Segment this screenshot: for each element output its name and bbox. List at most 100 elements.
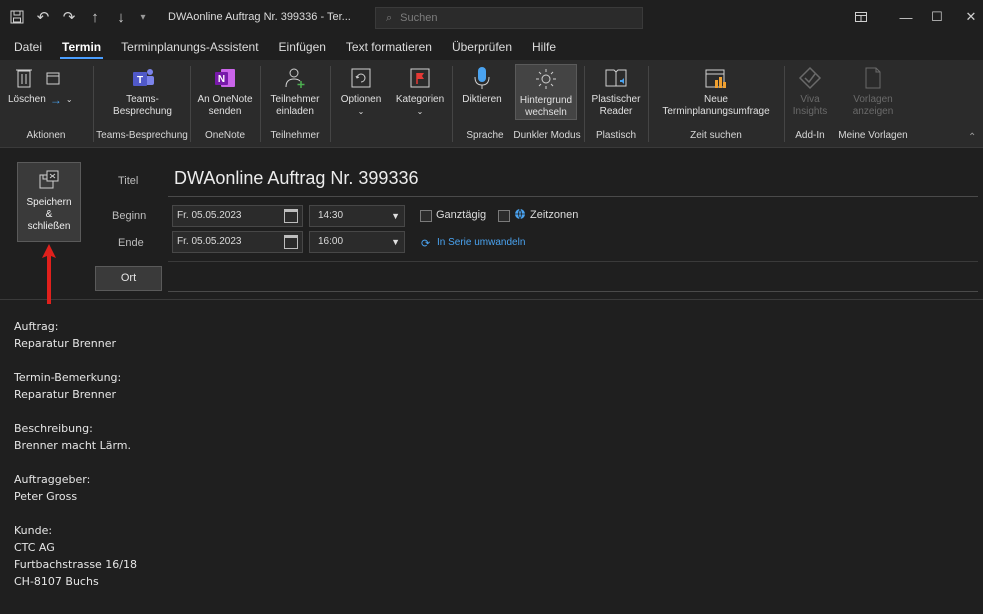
calendar-small-icon [46, 72, 60, 85]
reader-icon [604, 64, 628, 92]
templates-label-1: Vorlagen [853, 94, 893, 105]
notes-customer-city: CH-8107 Buchs [14, 575, 99, 588]
undo-icon[interactable]: ↶ [32, 6, 54, 28]
viva-label-2: Insights [792, 106, 828, 117]
trash-icon [16, 69, 32, 88]
quick-access-toolbar: ↶ ↷ ↑ ↓ ▾ [0, 6, 150, 28]
notes-client-block: Auftraggeber: Peter Gross [14, 471, 914, 505]
send-to-onenote-button[interactable]: N An OneNote senden [194, 64, 256, 120]
tab-einfuegen[interactable]: Einfügen [269, 34, 336, 60]
search-box[interactable]: ⌕ Suchen [375, 7, 643, 29]
arrow-up-icon[interactable]: ↑ [84, 6, 106, 28]
viva-label-1: Viva [800, 94, 820, 105]
location-button[interactable]: Ort [95, 266, 162, 291]
globe-icon [514, 208, 526, 223]
end-date-value: Fr. 05.05.2023 [177, 236, 242, 247]
group-separator [260, 66, 261, 142]
location-input[interactable] [168, 291, 978, 292]
invite-attendees-button[interactable]: Teilnehmer einladen [264, 64, 326, 120]
tab-hilfe[interactable]: Hilfe [522, 34, 566, 60]
time-zones-checkbox[interactable] [498, 210, 510, 222]
time-zones-label: Zeitzonen [530, 209, 579, 221]
search-icon: ⌕ [386, 11, 393, 24]
new-scheduling-poll-button[interactable]: Neue Terminplanungsumfrage [652, 64, 780, 120]
end-date-input[interactable]: Fr. 05.05.2023 [172, 231, 303, 253]
group-onenote: OneNote [204, 130, 246, 141]
group-teilnehmer: Teilnehmer [270, 130, 320, 141]
teams-label-1: Teams- [126, 94, 159, 105]
chevron-down-icon: ▼ [391, 237, 400, 247]
forward-arrow-icon[interactable]: → [50, 94, 62, 106]
annotation-arrow [42, 244, 56, 304]
end-time-select[interactable]: 16:00 ▼ [309, 231, 405, 253]
ribbon-tabs: Datei Termin Terminplanungs-Assistent Ei… [0, 34, 983, 60]
notes-order-value: Reparatur Brenner [14, 337, 117, 350]
categorize-button[interactable]: Kategorien ⌄ [392, 64, 448, 120]
recurrence-icon: ⟳ [421, 238, 431, 250]
viva-insights-icon [798, 64, 822, 92]
group-zeit-suchen: Zeit suchen [690, 130, 742, 141]
ribbon: Löschen → ⌄ Aktionen T Teams- Besprechun… [0, 60, 983, 148]
notes-client-label: Auftraggeber: [14, 473, 91, 486]
calendar-icon[interactable] [284, 209, 298, 223]
flag-icon [409, 64, 431, 92]
close-icon[interactable]: ✕ [948, 0, 983, 34]
tab-termin[interactable]: Termin [52, 34, 111, 60]
collapse-ribbon-icon[interactable]: ⌃ [968, 132, 976, 143]
all-day-checkbox[interactable] [420, 210, 432, 222]
teams-meeting-button[interactable]: T Teams- Besprechung [100, 64, 185, 120]
start-date-value: Fr. 05.05.2023 [177, 210, 242, 221]
save-icon[interactable] [6, 6, 28, 28]
options-label: Optionen [340, 94, 382, 105]
customize-toolbar-icon[interactable]: ▾ [136, 12, 150, 23]
tab-datei[interactable]: Datei [4, 34, 52, 60]
make-recurring-link[interactable]: In Serie umwandeln [437, 237, 525, 248]
delete-button[interactable]: Löschen → ⌄ [6, 64, 86, 120]
redo-icon[interactable]: ↷ [58, 6, 80, 28]
tab-terminplanungs-assistent[interactable]: Terminplanungs-Assistent [111, 34, 268, 60]
immersive-reader-button[interactable]: Plastischer Reader [588, 64, 644, 120]
chevron-down-icon[interactable]: ⌄ [66, 94, 73, 106]
tab-text-formatieren[interactable]: Text formatieren [336, 34, 442, 60]
title-bar: ↶ ↷ ↑ ↓ ▾ DWAonline Auftrag Nr. 399336 -… [0, 0, 983, 34]
notes-customer-name: CTC AG [14, 541, 55, 554]
group-aktionen: Aktionen [26, 130, 66, 141]
title-input[interactable]: DWAonline Auftrag Nr. 399336 [168, 163, 978, 197]
start-label: Beginn [112, 210, 147, 222]
delete-label: Löschen [8, 94, 46, 105]
dictate-label: Diktieren [462, 94, 502, 105]
appointment-notes[interactable]: Auftrag: Reparatur Brenner Termin-Bemerk… [14, 318, 914, 607]
recurrence-icon [350, 64, 372, 92]
start-date-input[interactable]: Fr. 05.05.2023 [172, 205, 303, 227]
templates-label-2: anzeigen [852, 106, 894, 117]
group-separator [93, 66, 94, 142]
background-label-1: Hintergrund [519, 95, 573, 106]
save-and-close-button[interactable]: Speichern & schließen [17, 162, 81, 242]
all-day-label: Ganztägig [436, 209, 487, 221]
onenote-icon: N [213, 64, 237, 92]
arrow-down-icon[interactable]: ↓ [110, 6, 132, 28]
switch-background-button[interactable]: Hintergrund wechseln [515, 64, 577, 120]
dictate-button[interactable]: Diktieren [456, 64, 508, 120]
start-time-value: 14:30 [318, 210, 344, 221]
teams-icon: T [131, 64, 155, 92]
options-button[interactable]: Optionen ⌄ [334, 64, 388, 120]
calendar-icon[interactable] [284, 235, 298, 249]
notes-client-value: Peter Gross [14, 490, 78, 503]
tab-ueberpruefen[interactable]: Überprüfen [442, 34, 522, 60]
end-time-value: 16:00 [318, 236, 344, 247]
notes-remark-block: Termin-Bemerkung: Reparatur Brenner [14, 369, 914, 403]
categorize-label: Kategorien [395, 94, 445, 105]
search-placeholder: Suchen [400, 12, 438, 24]
save-label-1: Speichern [26, 197, 72, 208]
ribbon-display-icon[interactable] [838, 0, 884, 34]
group-teams: Teams-Besprechung [96, 130, 188, 141]
invite-label-2: einladen [276, 106, 314, 117]
template-icon [863, 64, 883, 92]
notes-customer-label: Kunde: [14, 524, 53, 537]
group-separator [330, 66, 331, 142]
view-templates-button[interactable]: Vorlagen anzeigen [838, 64, 908, 120]
poll-calendar-icon [704, 64, 728, 92]
start-time-select[interactable]: 14:30 ▼ [309, 205, 405, 227]
viva-insights-button[interactable]: Viva Insights [788, 64, 832, 120]
